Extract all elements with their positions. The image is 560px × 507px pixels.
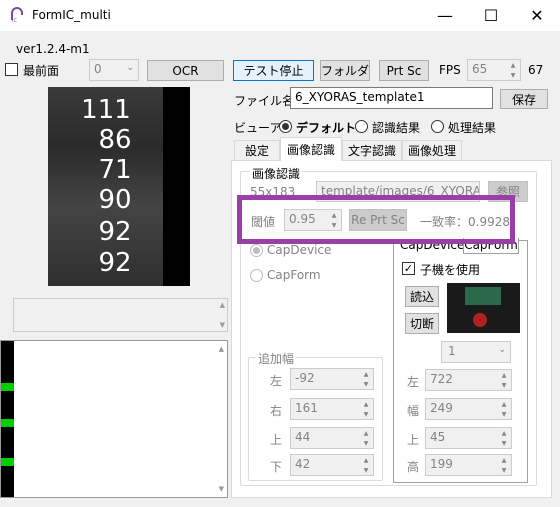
- viewer-option-label: 認識結果: [372, 121, 421, 135]
- device-top-spinner[interactable]: 45 ▲ ▼: [425, 427, 512, 449]
- viewer-radio-result[interactable]: [355, 120, 368, 133]
- fps-label: FPS: [439, 63, 461, 77]
- device-index-select[interactable]: 1 ⌄: [441, 341, 511, 363]
- device-field-label: 左: [407, 375, 420, 389]
- device-field-label: 上: [407, 433, 420, 447]
- preview-digit: 86: [98, 125, 132, 155]
- scroll-down-icon[interactable]: ▼: [220, 321, 225, 329]
- tab-settings[interactable]: 設定: [234, 140, 280, 160]
- margin-left-spinner[interactable]: -92 ▲ ▼: [290, 368, 374, 390]
- fps-actual: 67: [528, 63, 544, 77]
- device-field-label: 高: [407, 460, 420, 474]
- app-icon: IC: [11, 7, 23, 23]
- margin-top-spinner[interactable]: 44 ▲ ▼: [290, 427, 374, 449]
- log-area[interactable]: ▲ ▼: [0, 340, 228, 498]
- source-radio-capdevice[interactable]: [250, 244, 263, 257]
- scroll-up-icon[interactable]: ▲: [220, 301, 225, 309]
- close-icon: ✕: [530, 6, 544, 25]
- preview-digit: 92: [98, 248, 132, 278]
- viewer-option-label: 処理結果: [448, 121, 497, 135]
- viewer-option-label: デフォルト: [296, 121, 357, 135]
- spin-arrows-icon[interactable]: ▲ ▼: [497, 399, 511, 419]
- spin-arrows-icon[interactable]: ▲ ▼: [359, 369, 373, 389]
- folder-button[interactable]: フォルダ: [320, 60, 370, 81]
- combo-select[interactable]: 0 ⌄: [89, 59, 139, 81]
- window-title: FormIC_multi: [32, 8, 111, 22]
- spin-arrows-icon[interactable]: ▲ ▼: [359, 399, 373, 419]
- recognition-group-title: 画像認識: [250, 165, 303, 182]
- child-preview-screen: [465, 287, 501, 305]
- margin-field-label: 下: [270, 460, 283, 474]
- maximize-button[interactable]: ☐: [468, 0, 514, 31]
- source-option-label: CapDevice: [267, 243, 332, 257]
- log-marker: [1, 383, 14, 391]
- preview-digit: 90: [98, 185, 132, 215]
- read-button[interactable]: 読込: [405, 286, 439, 307]
- margin-field-label: 左: [270, 374, 283, 388]
- viewer-label: ビューア: [234, 121, 282, 135]
- preview-digit: 92: [98, 217, 132, 247]
- log-marker: [1, 458, 14, 466]
- result-textbox[interactable]: ▲ ▼: [13, 298, 228, 332]
- version-label: ver1.2.4-m1: [16, 42, 90, 56]
- device-height-spinner[interactable]: 199 ▲ ▼: [425, 454, 512, 476]
- viewer-radio-default[interactable]: [279, 120, 292, 133]
- margin-bottom-spinner[interactable]: 42 ▲ ▼: [290, 454, 374, 476]
- spin-arrows-icon[interactable]: ▲ ▼: [497, 455, 511, 475]
- tab-image-processing[interactable]: 画像処理: [402, 140, 462, 160]
- spin-arrows-icon[interactable]: ▲ ▼: [359, 455, 373, 475]
- highlight-box: [237, 195, 515, 244]
- filename-field[interactable]: 6_XYORAS_template1: [290, 87, 493, 109]
- spin-arrows-icon[interactable]: ▲ ▼: [359, 428, 373, 448]
- chevron-down-icon: ⌄: [126, 63, 134, 73]
- device-left-spinner[interactable]: 722 ▲ ▼: [425, 369, 512, 391]
- maximize-icon: ☐: [483, 6, 499, 25]
- topmost-label: 最前面: [23, 64, 60, 78]
- margin-field-label: 上: [270, 433, 283, 447]
- fps-spinner[interactable]: 65 ▲ ▼: [467, 59, 521, 81]
- margin-group-title: 追加幅: [256, 350, 297, 367]
- preview-digit: 71: [98, 155, 132, 185]
- scroll-down-icon[interactable]: ▼: [219, 485, 224, 493]
- title-bar: IC FormIC_multi — ☐ ✕: [0, 0, 560, 31]
- topmost-checkbox[interactable]: [5, 63, 18, 76]
- chevron-down-icon: ⌄: [498, 345, 506, 355]
- preview-digit: 111: [81, 95, 131, 125]
- log-marker: [1, 419, 14, 427]
- spin-arrows-icon[interactable]: ▲ ▼: [497, 428, 511, 448]
- tab-text-recognition[interactable]: 文字認識: [342, 140, 402, 160]
- device-field-label: 幅: [407, 404, 420, 418]
- preview-image: 111 86 71 90 92 92: [48, 87, 190, 286]
- spin-arrows-icon[interactable]: ▲ ▼: [497, 370, 511, 390]
- minimize-icon: —: [437, 6, 453, 25]
- child-preview-record: [473, 313, 487, 327]
- use-child-checkbox[interactable]: ✓: [402, 262, 415, 275]
- use-child-label: 子機を使用: [420, 263, 481, 277]
- scroll-up-icon[interactable]: ▲: [219, 345, 224, 353]
- tab-image-recognition[interactable]: 画像認識: [280, 137, 342, 161]
- source-radio-capform[interactable]: [250, 269, 263, 282]
- spin-arrows-icon[interactable]: ▲ ▼: [506, 60, 520, 80]
- margin-field-label: 右: [270, 404, 283, 418]
- child-preview: [447, 283, 520, 333]
- device-width-spinner[interactable]: 249 ▲ ▼: [425, 398, 512, 420]
- filename-label: ファイル名: [234, 94, 295, 108]
- cut-button[interactable]: 切断: [405, 313, 439, 334]
- viewer-radio-process[interactable]: [431, 120, 444, 133]
- prtsc-button[interactable]: Prt Sc: [379, 60, 429, 81]
- source-option-label: CapForm: [267, 268, 321, 282]
- svg-text:IC: IC: [12, 18, 17, 23]
- close-button[interactable]: ✕: [514, 0, 560, 31]
- ocr-button[interactable]: OCR: [147, 60, 224, 81]
- test-stop-button[interactable]: テスト停止: [233, 60, 314, 81]
- preview-capture: 111 86 71 90 92 92: [48, 87, 163, 286]
- save-button[interactable]: 保存: [500, 89, 548, 109]
- margin-right-spinner[interactable]: 161 ▲ ▼: [290, 398, 374, 420]
- minimize-button[interactable]: —: [422, 0, 468, 31]
